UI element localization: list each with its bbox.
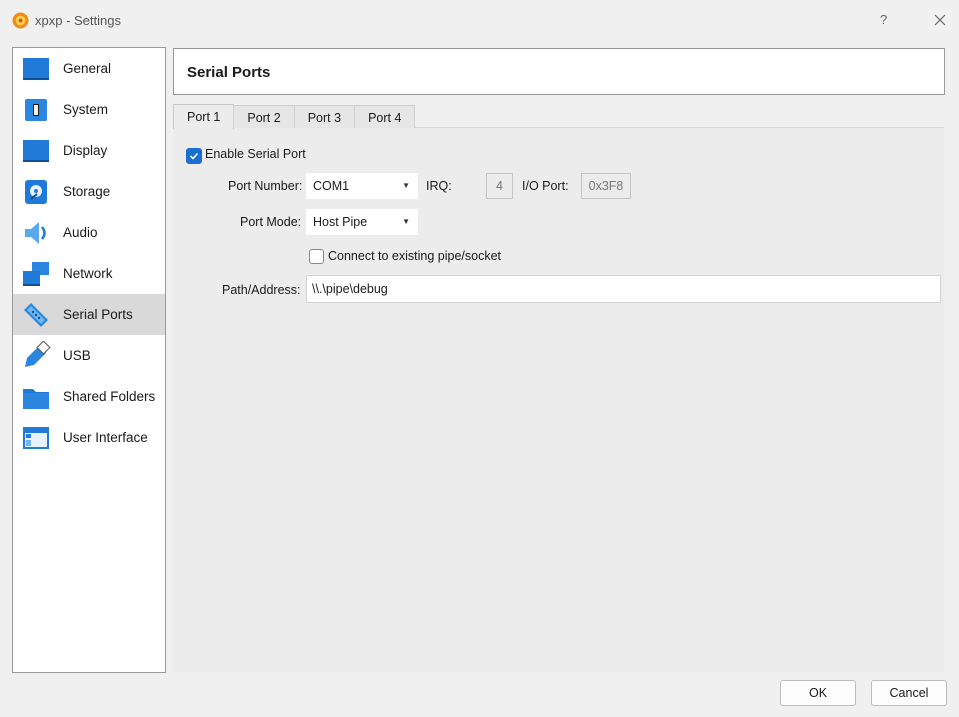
sidebar-item-label: General xyxy=(63,61,112,76)
sidebar-item-network[interactable]: Network xyxy=(13,253,165,294)
network-icon xyxy=(21,259,51,289)
sidebar-item-label: Audio xyxy=(63,225,98,240)
connect-existing-label: Connect to existing pipe/socket xyxy=(328,249,502,263)
sidebar-item-system[interactable]: System xyxy=(13,89,165,130)
tab-port-2[interactable]: Port 2 xyxy=(233,105,295,128)
sidebar-item-user-interface[interactable]: User Interface xyxy=(13,417,165,458)
virtualbox-app-icon xyxy=(12,12,29,29)
sidebar-item-serial-ports[interactable]: Serial Ports xyxy=(13,294,165,335)
chevron-down-icon: ▼ xyxy=(402,217,410,226)
audio-icon xyxy=(21,218,51,248)
tab-port-4[interactable]: Port 4 xyxy=(354,105,416,128)
serial-ports-icon xyxy=(21,300,51,330)
system-icon xyxy=(21,95,51,125)
sidebar-item-shared-folders[interactable]: Shared Folders xyxy=(13,376,165,417)
connect-existing-checkbox[interactable] xyxy=(309,249,324,264)
page-title: Serial Ports xyxy=(187,64,271,81)
io-port-field[interactable]: 0x3F8 xyxy=(581,173,631,199)
sidebar-item-usb[interactable]: USB xyxy=(13,335,165,376)
sidebar-item-storage[interactable]: Storage xyxy=(13,171,165,212)
io-port-label: I/O Port: xyxy=(522,179,569,193)
enable-serial-port-checkbox[interactable] xyxy=(186,148,202,164)
irq-field[interactable]: 4 xyxy=(486,173,513,199)
checkmark-icon xyxy=(189,152,199,160)
title-bar: xpxp - Settings ? xyxy=(0,0,959,40)
sidebar-item-label: Shared Folders xyxy=(63,389,156,404)
sidebar-item-general[interactable]: General xyxy=(13,48,165,89)
serial-port-panel xyxy=(173,127,944,672)
tab-port-3[interactable]: Port 3 xyxy=(293,105,356,128)
sidebar-item-label: Storage xyxy=(63,184,111,199)
sidebar-item-display[interactable]: Display xyxy=(13,130,165,171)
sidebar-item-label: Network xyxy=(63,266,113,281)
settings-sidebar: General System Display Storage Audio Net… xyxy=(12,47,166,673)
irq-label: IRQ: xyxy=(426,179,452,193)
sidebar-item-audio[interactable]: Audio xyxy=(13,212,165,253)
port-mode-label: Port Mode: xyxy=(240,215,302,229)
close-icon[interactable] xyxy=(930,10,950,30)
sidebar-item-label: Serial Ports xyxy=(63,307,133,322)
storage-icon xyxy=(21,177,51,207)
port-number-select[interactable]: COM1 ▼ xyxy=(306,173,418,199)
sidebar-item-label: USB xyxy=(63,348,91,363)
general-icon xyxy=(21,54,51,84)
tab-port-1[interactable]: Port 1 xyxy=(173,104,235,129)
sidebar-item-label: System xyxy=(63,102,109,117)
path-address-input[interactable] xyxy=(306,275,941,303)
port-number-value: COM1 xyxy=(313,179,350,193)
chevron-down-icon: ▼ xyxy=(402,181,410,190)
enable-serial-port-label: Enable Serial Port xyxy=(205,147,306,161)
port-mode-value: Host Pipe xyxy=(313,215,368,229)
port-tabs: Port 1 Port 2 Port 3 Port 4 xyxy=(173,104,416,129)
shared-folders-icon xyxy=(21,382,51,412)
usb-icon xyxy=(21,340,51,371)
ok-button[interactable]: OK xyxy=(780,680,856,706)
page-header: Serial Ports xyxy=(173,48,945,95)
port-mode-select[interactable]: Host Pipe ▼ xyxy=(306,209,418,235)
window-title: xpxp - Settings xyxy=(35,13,121,28)
path-address-label: Path/Address: xyxy=(222,283,301,297)
user-interface-icon xyxy=(21,423,51,453)
port-number-label: Port Number: xyxy=(228,179,303,193)
sidebar-item-label: Display xyxy=(63,143,108,158)
cancel-button[interactable]: Cancel xyxy=(871,680,947,706)
display-icon xyxy=(21,136,51,166)
help-button[interactable]: ? xyxy=(880,12,887,27)
sidebar-item-label: User Interface xyxy=(63,430,148,445)
